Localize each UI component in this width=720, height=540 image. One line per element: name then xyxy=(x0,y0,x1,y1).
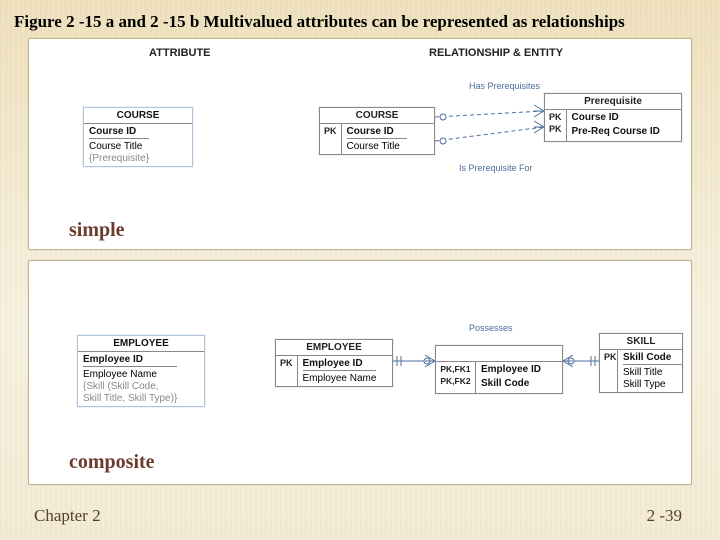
entity-employee-rel: EMPLOYEE PK Employee ID Employee Name xyxy=(275,339,393,387)
attr: Course Title xyxy=(347,141,407,152)
entity-header: COURSE xyxy=(84,108,192,124)
attr: Course ID xyxy=(347,126,407,139)
entity-header: EMPLOYEE xyxy=(78,336,204,352)
attr: Skill Code xyxy=(623,352,683,365)
attr: Pre-Req Course ID xyxy=(572,126,660,138)
attr-multivalued: {Prerequisite} xyxy=(89,153,149,164)
attr-multivalued: {Skill (Skill Code, xyxy=(83,381,177,392)
entity-skill: SKILL PK Skill Code Skill Title Skill Ty… xyxy=(599,333,683,393)
pk-label: PK,FK2 xyxy=(440,376,471,386)
entity-associative: PK,FK1 PK,FK2 Employee ID Skill Code xyxy=(435,345,563,394)
attr: Course Title xyxy=(89,141,149,152)
col-relationship: RELATIONSHIP & ENTITY xyxy=(429,47,563,59)
row-label-simple: simple xyxy=(69,219,125,242)
attr: Course ID xyxy=(572,112,660,124)
footer-page: 2 -39 xyxy=(647,506,682,526)
top-panel: ATTRIBUTE RELATIONSHIP & ENTITY COURSE C… xyxy=(28,38,692,250)
attr: Skill Title xyxy=(623,367,683,378)
col-attribute: ATTRIBUTE xyxy=(149,47,211,59)
attr: Skill Type xyxy=(623,379,683,390)
row-label-composite: composite xyxy=(69,451,155,474)
entity-course-rel: COURSE PK Course ID Course Title xyxy=(319,107,435,155)
footer-chapter: Chapter 2 xyxy=(34,506,101,526)
bottom-panel: EMPLOYEE Employee ID Employee Name {Skil… xyxy=(28,260,692,485)
figure-title: Figure 2 -15 a and 2 -15 b Multivalued a… xyxy=(12,8,708,40)
entity-header: SKILL xyxy=(600,334,682,350)
entity-course-attribute: COURSE Course ID Course Title {Prerequis… xyxy=(83,107,193,167)
entity-header xyxy=(436,346,562,362)
rel-label: Possesses xyxy=(469,323,513,333)
entity-prerequisite: Prerequisite PK PK Course ID Pre-Req Cou… xyxy=(544,93,682,142)
pk-label: PK xyxy=(549,124,562,134)
pk-label: PK xyxy=(549,112,562,122)
rel-label: Is Prerequisite For xyxy=(459,163,533,173)
attr: Course ID xyxy=(89,126,149,139)
pk-label: PK xyxy=(604,352,613,362)
entity-header: EMPLOYEE xyxy=(276,340,392,356)
pk-label: PK xyxy=(324,126,337,136)
pk-label: PK xyxy=(280,358,293,368)
attr: Employee ID xyxy=(303,358,377,371)
attr: Employee ID xyxy=(83,354,177,367)
attr: Skill Code xyxy=(481,378,541,390)
attr: Employee Name xyxy=(83,369,177,380)
attr: Employee ID xyxy=(481,364,541,376)
rel-label: Has Prerequisites xyxy=(469,81,541,91)
pk-label: PK,FK1 xyxy=(440,364,471,374)
entity-employee-attribute: EMPLOYEE Employee ID Employee Name {Skil… xyxy=(77,335,205,407)
attr: Employee Name xyxy=(303,373,377,384)
entity-header: Prerequisite xyxy=(545,94,681,110)
attr-multivalued: Skill Title, Skill Type)} xyxy=(83,393,177,404)
entity-header: COURSE xyxy=(320,108,434,124)
